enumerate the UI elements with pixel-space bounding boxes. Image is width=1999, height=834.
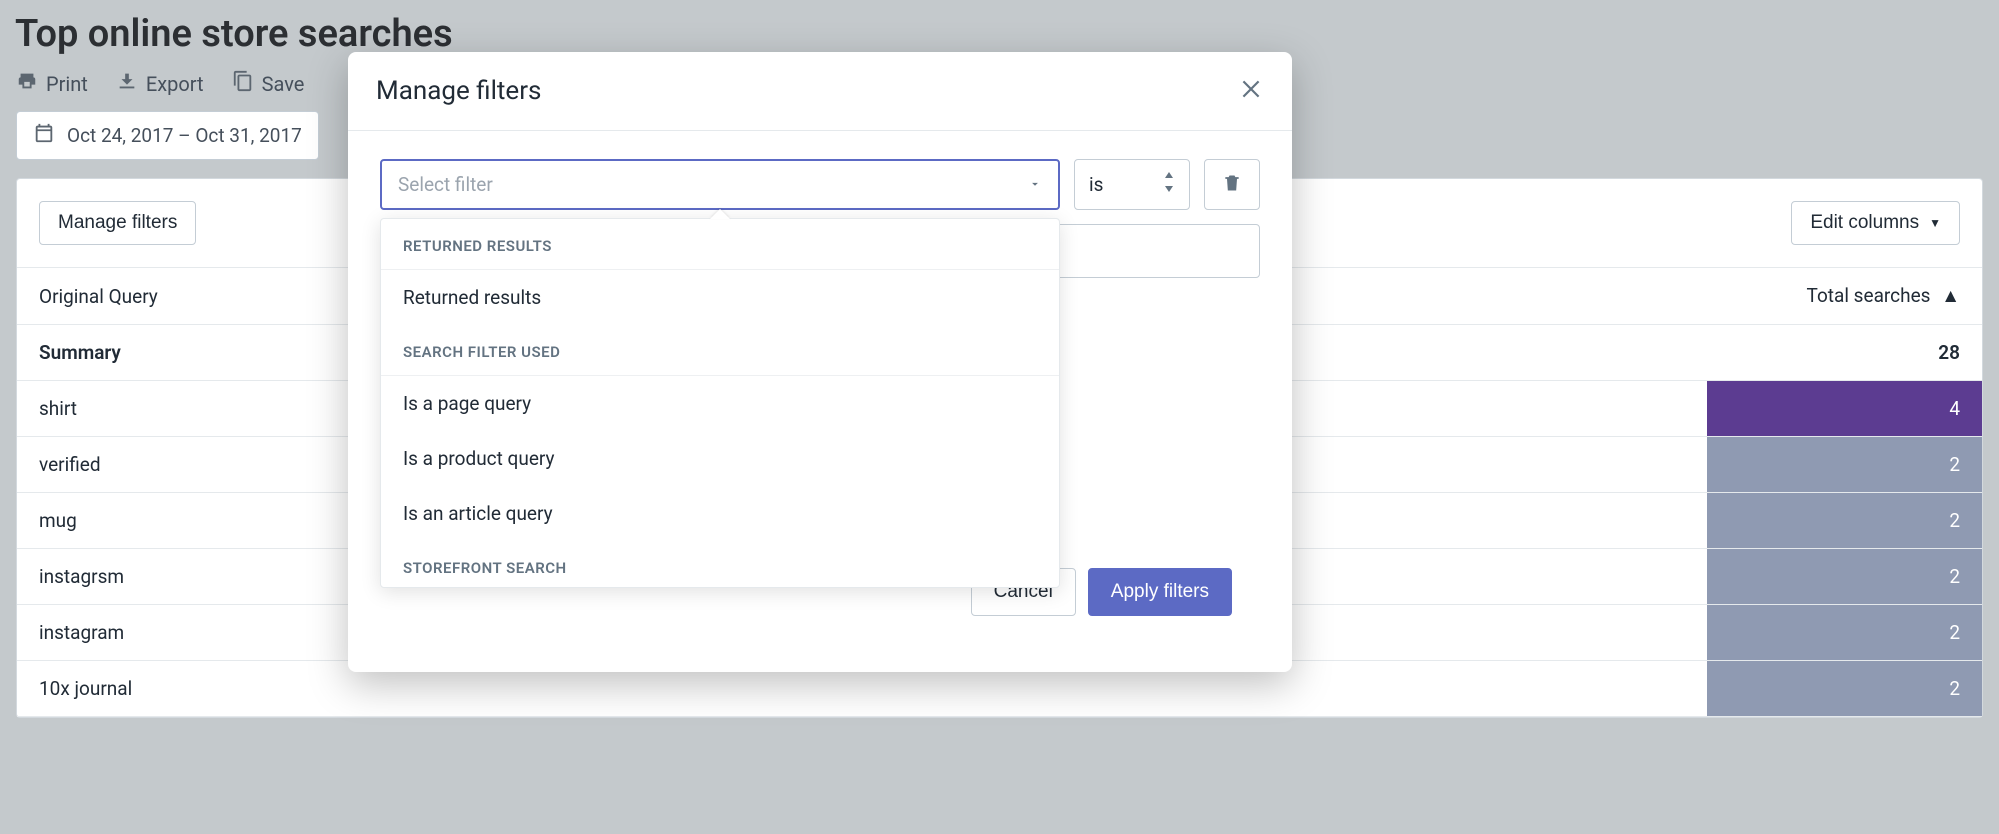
select-stepper-icon [1163, 172, 1175, 197]
apply-filters-button[interactable]: Apply filters [1088, 568, 1232, 616]
operator-label: is [1089, 173, 1103, 196]
close-icon [1238, 87, 1264, 106]
chevron-down-icon [1028, 173, 1042, 196]
filter-options-dropdown: Returned Results Returned results Search… [380, 218, 1060, 588]
dropdown-group-returned-results: Returned Results [381, 219, 1059, 270]
modal-title: Manage filters [376, 76, 541, 106]
dropdown-group-storefront-search: Storefront Search [381, 541, 1059, 587]
dropdown-item-article-query[interactable]: Is an article query [381, 486, 1059, 541]
dropdown-item-product-query[interactable]: Is a product query [381, 431, 1059, 486]
delete-filter-button[interactable] [1204, 159, 1260, 210]
dropdown-group-search-filter-used: Search Filter Used [381, 325, 1059, 376]
modal-backdrop: Manage filters Select filter [0, 0, 1999, 834]
close-button[interactable] [1238, 76, 1264, 106]
dropdown-item-page-query[interactable]: Is a page query [381, 376, 1059, 431]
manage-filters-modal: Manage filters Select filter [348, 52, 1292, 672]
select-filter-placeholder: Select filter [398, 173, 493, 196]
operator-select[interactable]: is [1074, 159, 1190, 210]
trash-icon [1222, 172, 1242, 198]
dropdown-item-returned-results[interactable]: Returned results [381, 270, 1059, 325]
select-filter-dropdown[interactable]: Select filter [380, 159, 1060, 210]
